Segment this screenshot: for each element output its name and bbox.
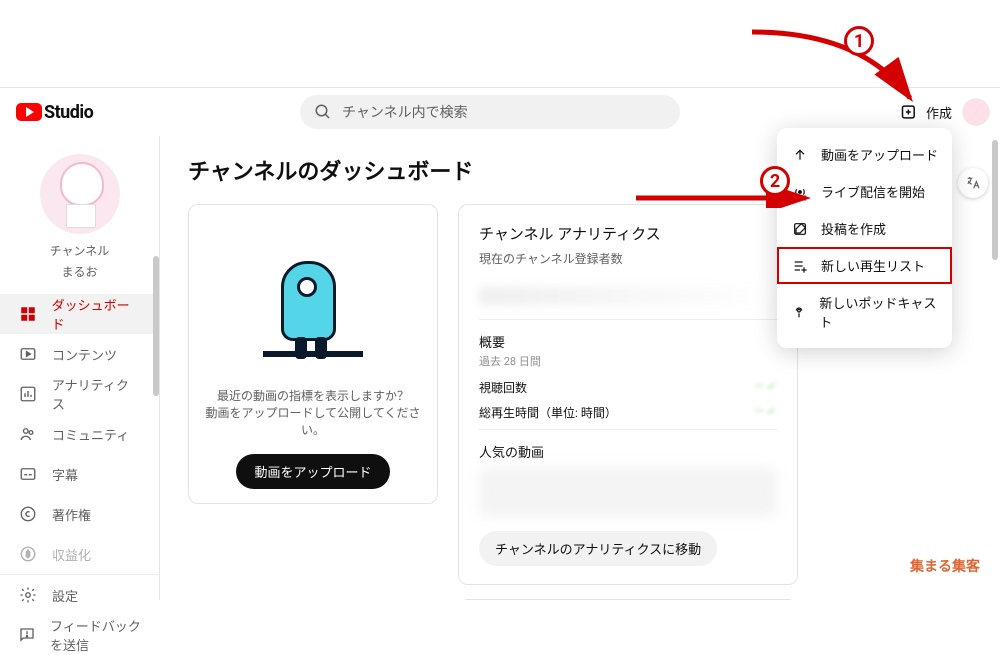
logo-text: Studio <box>44 102 93 123</box>
dropdown-upload-video[interactable]: 動画をアップロード <box>777 136 952 173</box>
upload-prompt-card: 最近の動画の指標を表示しますか？ 動画をアップロードして公開してください。 動画… <box>188 204 438 504</box>
nav-list: ダッシュボード コンテンツ アナリティクス コミュニティ 字幕 著作権 <box>0 294 159 574</box>
dropdown-item-label: 投稿を作成 <box>821 219 886 238</box>
svg-text:$: $ <box>26 549 31 560</box>
metric-views-row: 視聴回数 — ✓ <box>479 379 777 396</box>
channel-label: チャンネル <box>0 242 159 259</box>
sidebar-item-label: フィードバックを送信 <box>50 616 141 654</box>
sidebar-item-dashboard[interactable]: ダッシュボード <box>0 294 159 334</box>
sidebar-item-label: 著作権 <box>52 505 91 524</box>
upload-video-button[interactable]: 動画をアップロード <box>236 454 389 489</box>
dropdown-item-label: 動画をアップロード <box>821 145 938 164</box>
subtitles-icon <box>18 465 38 483</box>
search-placeholder: チャンネル内で検索 <box>342 102 468 122</box>
youtube-icon <box>16 103 42 121</box>
create-dropdown: 動画をアップロード ライブ配信を開始 投稿を作成 新しい再生リスト 新しいポッド… <box>777 128 952 348</box>
settings-icon <box>18 586 38 604</box>
dropdown-new-podcast[interactable]: 新しいポッドキャスト <box>777 284 952 340</box>
metric-watch-value-blurred: — ✓ <box>755 404 777 421</box>
metric-views-value-blurred: — ✓ <box>755 379 777 396</box>
upload-prompt-line2: 動画をアップロードして公開してください。 <box>203 404 423 438</box>
sidebar-scrollbar[interactable] <box>153 256 159 396</box>
metric-views-label: 視聴回数 <box>479 379 527 396</box>
community-icon <box>18 425 38 443</box>
create-icon <box>900 102 920 122</box>
watermark: 集まる集客 <box>910 556 980 576</box>
copyright-icon <box>18 505 38 523</box>
channel-box[interactable]: チャンネル まるお <box>0 146 159 294</box>
sidebar-item-monetize[interactable]: $ 収益化 <box>0 534 159 574</box>
subscribers-value-blurred <box>479 287 777 305</box>
search-icon <box>314 103 332 121</box>
sidebar-item-feedback[interactable]: フィードバックを送信 <box>0 615 159 655</box>
sidebar-item-label: コンテンツ <box>52 345 117 364</box>
sidebar-item-label: アナリティクス <box>52 375 141 413</box>
sidebar-item-label: 収益化 <box>52 545 91 564</box>
summary-period: 過去 28 日間 <box>479 353 777 369</box>
content-icon <box>18 345 38 363</box>
annotation-number-1: 1 <box>844 26 874 56</box>
monetize-icon: $ <box>18 545 38 563</box>
popular-title: 人気の動画 <box>479 442 777 461</box>
upload-illustration <box>253 251 373 371</box>
translate-icon <box>965 175 981 191</box>
sidebar-item-copyright[interactable]: 著作権 <box>0 494 159 534</box>
sidebar-item-label: 字幕 <box>52 465 78 484</box>
search-input[interactable]: チャンネル内で検索 <box>300 95 680 129</box>
subscribers-label: 現在のチャンネル登録者数 <box>479 250 777 267</box>
summary-title: 概要 <box>479 332 777 351</box>
main-scrollbar[interactable] <box>992 140 998 260</box>
upload-icon <box>791 147 809 163</box>
analytics-title: チャンネル アナリティクス <box>479 223 777 244</box>
annotation-arrow-2 <box>636 188 816 208</box>
sidebar-item-content[interactable]: コンテンツ <box>0 334 159 374</box>
account-avatar[interactable] <box>962 98 990 126</box>
metric-watch-label: 総再生時間（単位: 時間） <box>479 404 617 421</box>
language-fab[interactable] <box>958 168 988 198</box>
annotation-number-2: 2 <box>760 166 790 196</box>
sidebar: チャンネル まるお ダッシュボード コンテンツ アナリティクス コミュニティ <box>0 136 160 600</box>
divider <box>479 319 777 320</box>
dropdown-create-post[interactable]: 投稿を作成 <box>777 210 952 247</box>
dashboard-icon <box>18 305 38 323</box>
dropdown-item-label: ライブ配信を開始 <box>821 182 925 201</box>
dropdown-new-playlist[interactable]: 新しい再生リスト <box>777 247 952 284</box>
sidebar-item-label: コミュニティ <box>52 425 129 444</box>
analytics-icon <box>18 385 38 403</box>
channel-avatar <box>40 154 120 234</box>
sidebar-item-subtitles[interactable]: 字幕 <box>0 454 159 494</box>
studio-logo[interactable]: Studio <box>16 102 93 123</box>
playlist-icon <box>791 258 809 274</box>
sidebar-item-label: 設定 <box>52 586 78 605</box>
channel-name: まるお <box>0 263 159 280</box>
sidebar-item-label: ダッシュボード <box>52 295 141 333</box>
dropdown-item-label: 新しいポッドキャスト <box>819 293 938 331</box>
dropdown-item-label: 新しい再生リスト <box>821 256 925 275</box>
sidebar-item-settings[interactable]: 設定 <box>0 575 159 615</box>
divider <box>479 429 777 430</box>
podcast-icon <box>791 304 807 320</box>
post-icon <box>791 221 809 237</box>
sidebar-item-community[interactable]: コミュニティ <box>0 414 159 454</box>
sidebar-item-analytics[interactable]: アナリティクス <box>0 374 159 414</box>
feedback-icon <box>18 626 36 644</box>
popular-content-blurred <box>479 467 777 517</box>
create-button[interactable]: 作成 <box>900 102 952 122</box>
create-label: 作成 <box>926 103 952 122</box>
analytics-card: チャンネル アナリティクス 現在のチャンネル登録者数 概要 過去 28 日間 視… <box>458 204 798 585</box>
upload-prompt-line1: 最近の動画の指標を表示しますか？ <box>217 387 409 404</box>
go-to-analytics-button[interactable]: チャンネルのアナリティクスに移動 <box>479 531 717 566</box>
metric-watch-row: 総再生時間（単位: 時間） — ✓ <box>479 404 777 421</box>
sidebar-bottom: 設定 フィードバックを送信 <box>0 574 159 655</box>
